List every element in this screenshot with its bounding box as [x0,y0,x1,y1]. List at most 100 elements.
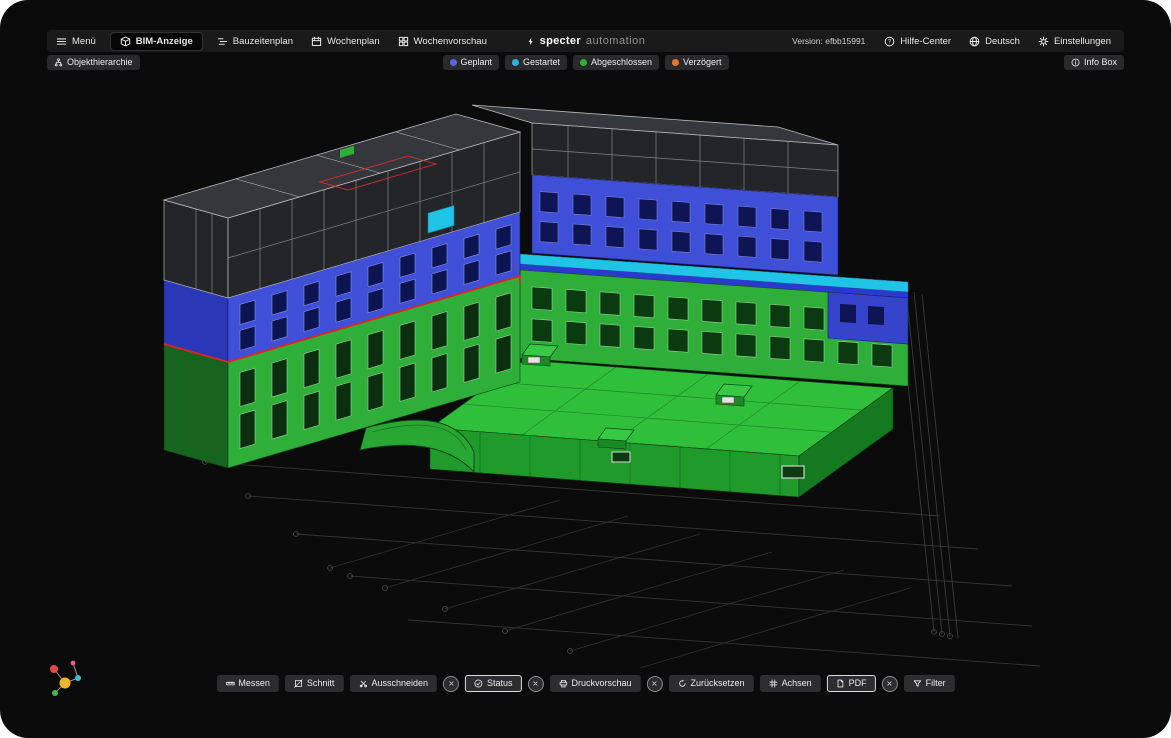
ruler-icon [225,679,234,688]
tool-label: PDF [849,678,867,689]
settings-label: Einstellungen [1054,36,1111,47]
legend-label: Verzögert [683,57,722,68]
specter-logo-mark [44,656,90,704]
top-bar: Menü BIM-Anzeige Bauzeitenplan Wochenpla… [47,30,1124,52]
filter-button[interactable]: Filter [904,675,955,692]
axes-grid-icon [769,679,778,688]
close-icon [651,680,658,687]
version-label: Version: efbb15991 [792,36,865,46]
tool-label: Achsen [782,678,812,689]
schnitt-button[interactable]: Schnitt [285,675,344,692]
ausschneiden-dismiss-button[interactable] [443,676,459,692]
pdf-dismiss-button[interactable] [882,676,898,692]
druckvorschau-button[interactable]: Druckvorschau [550,675,641,692]
bim-cube-icon [120,36,131,47]
tab-wochenplan[interactable]: Wochenplan [302,36,389,47]
legend-item-verzoegert: Verzögert [665,55,729,70]
east-band-window [868,306,884,325]
language-label: Deutsch [985,36,1020,47]
tab-label: Wochenvorschau [414,36,487,47]
tab-label: BIM-Anzeige [136,36,193,47]
close-icon [447,680,454,687]
menu-icon [56,36,67,47]
geplant-dot [449,59,456,66]
druckvorschau-dismiss-button[interactable] [647,676,663,692]
legend-label: Geplant [460,57,492,68]
close-icon [532,680,539,687]
calendar-icon [311,36,322,47]
reset-icon [678,679,687,688]
app-window: Menü BIM-Anzeige Bauzeitenplan Wochenpla… [0,0,1171,738]
tab-wochenvorschau[interactable]: Wochenvorschau [389,36,496,47]
podium-door-frame [782,466,804,478]
podium-door-frame [612,452,630,462]
tool-label: Status [487,678,513,689]
left-wing-west-wall-abgeschlossen[interactable] [164,344,228,468]
status-legend: Geplant Gestartet Abgeschlossen Verzöger… [442,55,728,70]
globe-icon [969,36,980,47]
close-icon [886,680,893,687]
legend-label: Gestartet [523,57,560,68]
section-icon [294,679,303,688]
tool-label: Zurücksetzen [691,678,745,689]
top-bar-right: Version: efbb15991 Hilfe-Center Deutsch … [792,36,1124,47]
status-button[interactable]: Status [465,675,522,692]
gantt-icon [217,36,228,47]
ausschneiden-button[interactable]: Ausschneiden [349,675,437,692]
tool-label: Filter [926,678,946,689]
hierarchy-icon [54,58,63,67]
brand-logo: specter automation [526,30,646,52]
logo-dot-yellow [60,678,71,689]
gestartet-dot [512,59,519,66]
help-center-label: Hilfe-Center [900,36,951,47]
legend-item-geplant: Geplant [442,55,499,70]
messen-button[interactable]: Messen [216,675,279,692]
logo-dot-red [50,665,58,673]
achsen-button[interactable]: Achsen [760,675,821,692]
help-center-button[interactable]: Hilfe-Center [875,36,960,47]
info-icon [1071,58,1080,67]
bim-viewport[interactable] [0,0,1171,738]
question-icon [884,36,895,47]
east-band-window [840,304,856,323]
object-hierarchy-button[interactable]: Objekthierarchie [47,55,140,70]
logo-dot-cyan [75,675,81,681]
cut-icon [358,679,367,688]
info-box-label: Info Box [1084,57,1117,68]
verzoegert-dot [672,59,679,66]
tool-label: Ausschneiden [371,678,428,689]
specter-bolt-icon [526,37,535,46]
language-button[interactable]: Deutsch [960,36,1029,47]
tab-label: Bauzeitenplan [233,36,293,47]
screenshot-stage: Menü BIM-Anzeige Bauzeitenplan Wochenpla… [0,0,1171,738]
menu-label: Menü [72,36,96,47]
status-dismiss-button[interactable] [528,676,544,692]
grid-icon [398,36,409,47]
building-back-block[interactable] [472,105,838,275]
tool-label: Schnitt [307,678,335,689]
legend-label: Abgeschlossen [591,57,652,68]
status-check-icon [474,679,483,688]
tool-label: Messen [238,678,270,689]
brand-name: specter [540,35,581,47]
gear-icon [1038,36,1049,47]
tab-label: Wochenplan [327,36,380,47]
logo-dot-pink [71,661,76,666]
bottom-toolbar: Messen Schnitt Ausschneiden Status [216,675,954,692]
brand-suffix: automation [586,35,645,47]
tab-bauzeitenplan[interactable]: Bauzeitenplan [208,36,302,47]
zuruecksetzen-button[interactable]: Zurücksetzen [669,675,754,692]
logo-dot-green [52,690,58,696]
pdf-button[interactable]: PDF [827,675,876,692]
info-box-button[interactable]: Info Box [1064,55,1124,70]
settings-button[interactable]: Einstellungen [1029,36,1120,47]
pdf-icon [836,679,845,688]
abgeschlossen-dot [580,59,587,66]
menu-button[interactable]: Menü [47,36,105,47]
tab-bim-anzeige[interactable]: BIM-Anzeige [110,32,203,51]
printer-icon [559,679,568,688]
filter-icon [913,679,922,688]
legend-item-gestartet: Gestartet [505,55,567,70]
legend-item-abgeschlossen: Abgeschlossen [573,55,659,70]
tool-label: Druckvorschau [572,678,632,689]
